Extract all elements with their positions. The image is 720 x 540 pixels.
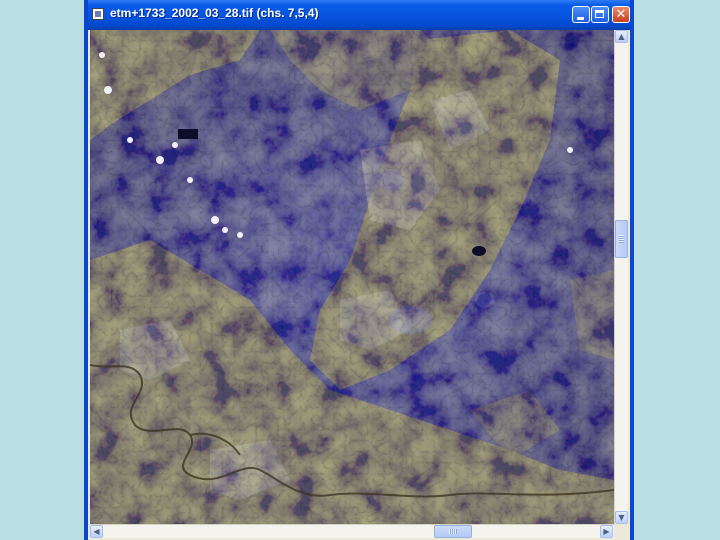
close-icon: ✕ (615, 7, 627, 22)
satellite-image-view[interactable] (90, 30, 614, 524)
scroll-right-button[interactable]: ▶ (600, 525, 613, 538)
app-icon[interactable] (92, 8, 104, 20)
thumb-grip-icon (449, 529, 457, 534)
vertical-scrollbar[interactable]: ▲ ▼ (614, 30, 628, 524)
minimize-button[interactable] (572, 6, 590, 23)
minimize-icon (577, 17, 584, 20)
close-button[interactable]: ✕ (612, 6, 630, 23)
image-window: etm+1733_2002_03_28.tif (chs. 7,5,4) ✕ ▲… (84, 0, 634, 540)
title-bar[interactable]: etm+1733_2002_03_28.tif (chs. 7,5,4) ✕ (88, 0, 630, 30)
scroll-left-button[interactable]: ◀ (90, 525, 103, 538)
maximize-icon (595, 10, 604, 18)
satellite-image (90, 30, 614, 524)
scroll-up-button[interactable]: ▲ (615, 30, 628, 43)
window-client-area: ▲ ▼ ◀ ▶ (88, 30, 630, 540)
window-title: etm+1733_2002_03_28.tif (chs. 7,5,4) (110, 6, 319, 20)
thumb-grip-icon (619, 235, 624, 243)
horizontal-scrollbar[interactable]: ◀ ▶ (90, 524, 614, 538)
maximize-button[interactable] (591, 6, 609, 23)
scrollbar-corner (614, 524, 628, 538)
scroll-down-button[interactable]: ▼ (615, 511, 628, 524)
vertical-scroll-thumb[interactable] (615, 220, 628, 258)
horizontal-scroll-thumb[interactable] (434, 525, 472, 538)
